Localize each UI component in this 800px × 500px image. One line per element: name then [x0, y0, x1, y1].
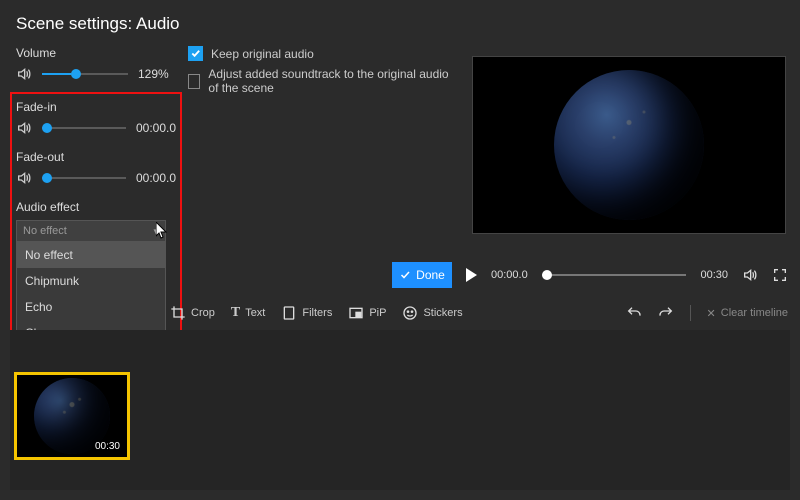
clip-duration: 00:30	[92, 440, 123, 453]
clear-label: Clear timeline	[721, 307, 788, 319]
effect-option[interactable]: Echo	[17, 294, 165, 320]
pip-label: PiP	[369, 307, 386, 319]
undo-icon[interactable]	[626, 305, 642, 321]
crop-label: Crop	[191, 307, 215, 319]
effect-option[interactable]: Chipmunk	[17, 268, 165, 294]
adjust-soundtrack-checkbox[interactable]: Adjust added soundtrack to the original …	[188, 67, 456, 95]
adjust-soundtrack-label: Adjust added soundtrack to the original …	[208, 67, 456, 95]
speaker-icon	[16, 66, 32, 82]
keep-audio-checkbox[interactable]: Keep original audio	[188, 46, 456, 61]
fadein-value: 00:00.0	[136, 121, 180, 135]
chevron-down-icon: ▾	[153, 225, 159, 238]
filters-button[interactable]: Filters	[281, 305, 332, 321]
duration: 00:30	[700, 269, 728, 281]
effect-option[interactable]: No effect	[17, 242, 165, 268]
volume-value: 129%	[138, 67, 182, 81]
volume-slider[interactable]	[42, 67, 128, 81]
speaker-icon	[16, 120, 32, 136]
toolbar: Crop T Text Filters PiP Stickers ✕ Clear t…	[170, 302, 788, 324]
text-icon: T	[231, 305, 240, 321]
play-button[interactable]	[466, 268, 477, 282]
timeline-clip[interactable]: 00:30	[14, 372, 130, 460]
audio-effect-label: Audio effect	[16, 200, 456, 214]
timeline-panel: 00:30	[10, 330, 790, 490]
filters-label: Filters	[302, 307, 332, 319]
done-button[interactable]: Done	[392, 262, 452, 288]
preview-panel	[472, 56, 786, 234]
playbar: 00:00.0 00:30	[466, 262, 788, 288]
fadeout-value: 00:00.0	[136, 171, 180, 185]
keep-audio-label: Keep original audio	[211, 47, 314, 61]
stickers-button[interactable]: Stickers	[402, 305, 462, 321]
fadeout-label: Fade-out	[16, 150, 456, 164]
window-title: Scene settings: Audio	[0, 0, 800, 44]
fadein-slider[interactable]	[42, 121, 126, 135]
earth-image	[554, 70, 704, 220]
audio-effect-select[interactable]: No effect ▾	[16, 220, 166, 242]
fadein-label: Fade-in	[16, 100, 456, 114]
clear-timeline-button[interactable]: ✕ Clear timeline	[707, 307, 788, 320]
crop-button[interactable]: Crop	[170, 305, 215, 321]
pip-icon	[348, 305, 364, 321]
current-time: 00:00.0	[491, 269, 528, 281]
text-button[interactable]: T Text	[231, 305, 266, 321]
check-icon	[399, 269, 411, 281]
volume-icon[interactable]	[742, 267, 758, 283]
audio-effect-selected: No effect	[23, 225, 67, 237]
redo-icon[interactable]	[658, 305, 674, 321]
close-icon: ✕	[707, 307, 716, 320]
filters-icon	[281, 305, 297, 321]
seek-slider[interactable]	[542, 268, 687, 282]
stickers-icon	[402, 305, 418, 321]
text-label: Text	[245, 307, 265, 319]
fullscreen-icon[interactable]	[772, 267, 788, 283]
fadeout-slider[interactable]	[42, 171, 126, 185]
crop-icon	[170, 305, 186, 321]
done-label: Done	[416, 268, 445, 282]
speaker-icon	[16, 170, 32, 186]
stickers-label: Stickers	[423, 307, 462, 319]
pip-button[interactable]: PiP	[348, 305, 386, 321]
